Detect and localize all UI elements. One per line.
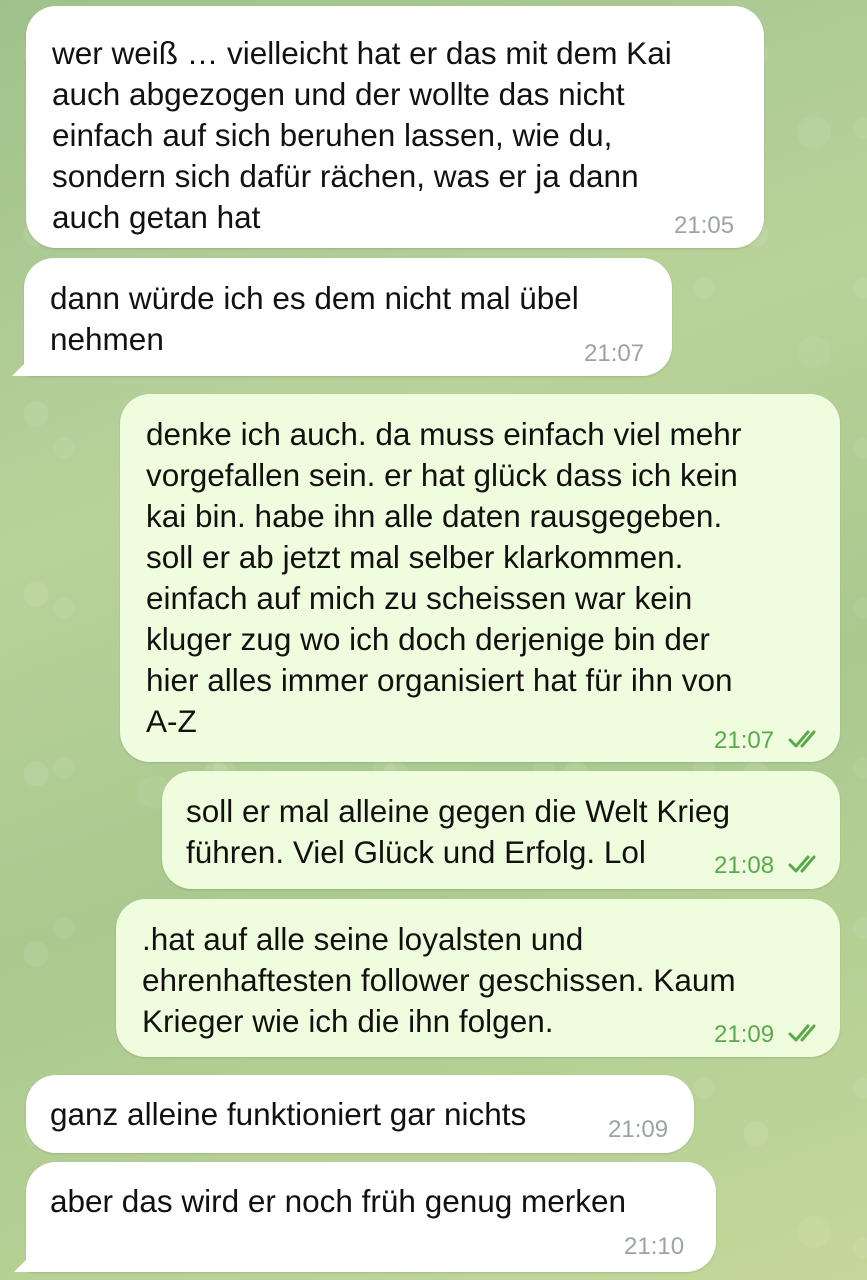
outgoing-message[interactable]: denke ich auch. da muss einfach viel meh… bbox=[120, 394, 840, 762]
message-time: 21:07 bbox=[714, 727, 775, 754]
message-text: .hat auf alle seine loyalsten und ehrenh… bbox=[142, 921, 736, 1039]
message-time: 21:10 bbox=[624, 1233, 685, 1260]
message-text: wer weiß … vielleicht hat er das mit dem… bbox=[52, 35, 672, 235]
double-check-icon bbox=[788, 730, 816, 748]
message-text: soll er mal alleine gegen die Welt Krieg… bbox=[186, 793, 730, 870]
message-text: ganz alleine funktioniert gar nichts bbox=[50, 1096, 527, 1132]
incoming-message[interactable]: aber das wird er noch früh genug merken … bbox=[26, 1162, 716, 1272]
incoming-message[interactable]: wer weiß … vielleicht hat er das mit dem… bbox=[26, 6, 764, 248]
message-text: denke ich auch. da muss einfach viel meh… bbox=[146, 416, 742, 739]
message-time: 21:09 bbox=[608, 1116, 669, 1143]
message-text: aber das wird er noch früh genug merken bbox=[50, 1183, 627, 1219]
message-text: dann würde ich es dem nicht mal übel neh… bbox=[50, 280, 579, 357]
incoming-message[interactable]: dann würde ich es dem nicht mal übel neh… bbox=[24, 258, 672, 376]
message-time: 21:09 bbox=[714, 1021, 775, 1048]
message-time: 21:05 bbox=[674, 212, 735, 239]
double-check-icon bbox=[788, 1024, 816, 1042]
outgoing-message[interactable]: .hat auf alle seine loyalsten und ehrenh… bbox=[116, 899, 840, 1057]
outgoing-message[interactable]: soll er mal alleine gegen die Welt Krieg… bbox=[162, 771, 840, 889]
message-time: 21:08 bbox=[714, 852, 775, 879]
message-time: 21:07 bbox=[584, 340, 645, 367]
incoming-message[interactable]: ganz alleine funktioniert gar nichts 21:… bbox=[26, 1075, 694, 1153]
double-check-icon bbox=[788, 855, 816, 873]
